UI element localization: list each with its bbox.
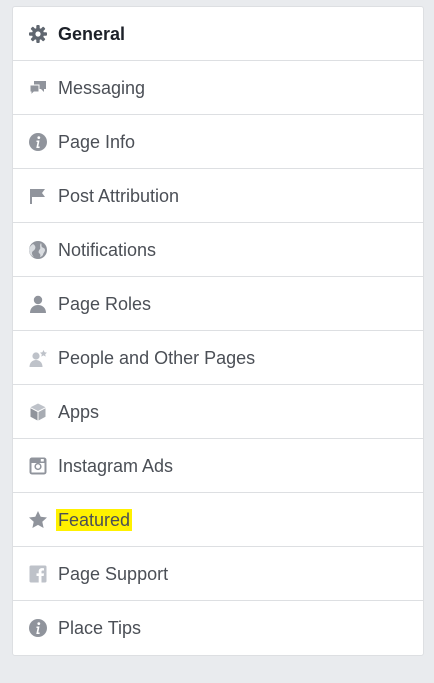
menu-item-label: People and Other Pages [58,347,256,368]
settings-menu: General Messaging Page Info Post Attribu… [12,6,424,656]
menu-item-people-and-other-pages[interactable]: People and Other Pages [13,331,423,385]
menu-item-instagram-ads[interactable]: Instagram Ads [13,439,423,493]
menu-item-notifications[interactable]: Notifications [13,223,423,277]
menu-item-label: Post Attribution [58,185,180,206]
menu-item-label: Page Support [58,563,169,584]
menu-item-label: Page Roles [58,293,152,314]
info-icon [27,131,49,153]
cube-icon [27,401,49,423]
menu-item-label: Place Tips [58,618,142,638]
menu-item-page-roles[interactable]: Page Roles [13,277,423,331]
menu-item-place-tips[interactable]: Place Tips [13,601,423,655]
menu-item-label: General [58,23,126,44]
person-icon [27,293,49,315]
menu-item-post-attribution[interactable]: Post Attribution [13,169,423,223]
gear-icon [27,23,49,45]
menu-item-featured[interactable]: Featured [13,493,423,547]
menu-item-label: Notifications [58,239,157,260]
instagram-icon [27,455,49,477]
menu-item-apps[interactable]: Apps [13,385,423,439]
globe-icon [27,239,49,261]
facebook-icon [27,563,49,585]
menu-item-label: Instagram Ads [58,455,174,476]
menu-item-label: Featured [56,508,133,531]
star-icon [27,509,49,531]
info-icon [27,617,49,639]
menu-item-page-info[interactable]: Page Info [13,115,423,169]
person-star-icon [27,347,49,369]
menu-item-general[interactable]: General [13,7,423,61]
flag-icon [27,185,49,207]
menu-item-page-support[interactable]: Page Support [13,547,423,601]
messaging-icon [27,77,49,99]
menu-item-label: Page Info [58,131,136,152]
menu-item-messaging[interactable]: Messaging [13,61,423,115]
menu-item-label: Apps [58,401,100,422]
menu-item-label: Messaging [58,77,146,98]
